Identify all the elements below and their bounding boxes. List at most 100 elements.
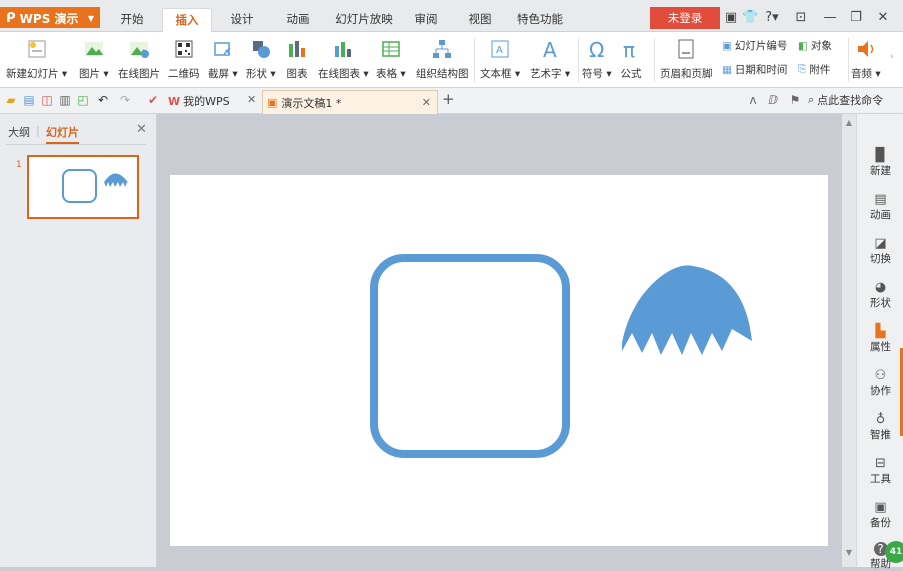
menu-tab-slideshow[interactable]: 幻灯片放映 <box>330 8 398 32</box>
task-shape[interactable]: ◕ 形状 <box>857 280 903 310</box>
notification-badge[interactable]: 41 <box>885 541 903 563</box>
new-doc-icon: ▉ <box>875 148 886 163</box>
print-preview-icon[interactable]: ◰ <box>76 93 90 107</box>
task-properties[interactable]: ▙ 属性 <box>857 324 903 354</box>
ribbon-scroll-right-icon[interactable]: › <box>890 52 894 62</box>
print-icon[interactable]: ▥ <box>58 93 72 107</box>
task-new[interactable]: ▉ 新建 <box>857 148 903 178</box>
pin-icon[interactable]: ᴧ <box>746 93 760 107</box>
open-folder-icon[interactable]: ▰ <box>4 93 18 107</box>
wordart-label: 艺术字 ▾ <box>530 68 571 80</box>
menu-tab-review[interactable]: 审阅 <box>406 8 446 32</box>
format-painter-icon[interactable]: ⚑ <box>788 93 802 107</box>
scroll-down-icon[interactable]: ▼ <box>844 548 854 558</box>
menu-tab-view[interactable]: 视图 <box>460 8 500 32</box>
menu-tab-special[interactable]: 特色功能 <box>510 8 570 32</box>
online-chart-button[interactable]: 在线图表 ▾ <box>318 36 369 81</box>
shape-button[interactable]: 形状 ▾ <box>246 36 276 81</box>
wordart-icon: A <box>543 38 557 60</box>
chart-icon <box>289 41 305 57</box>
scroll-up-icon[interactable]: ▲ <box>844 118 854 128</box>
online-chart-label: 在线图表 ▾ <box>318 68 369 80</box>
save-icon[interactable]: ▤ <box>22 93 36 107</box>
shape-label: 形状 ▾ <box>246 68 276 80</box>
close-tab-icon[interactable]: ✕ <box>247 93 256 106</box>
command-search[interactable]: ⌕ 点此查找命令 <box>808 92 883 108</box>
attachment-label: 附件 <box>809 64 831 76</box>
online-picture-button[interactable]: 在线图片 <box>118 36 160 81</box>
maximize-icon[interactable]: ❐ <box>848 7 864 29</box>
qrcode-button[interactable]: 二维码 <box>168 36 200 81</box>
minimize-icon[interactable]: — <box>822 7 838 29</box>
slide-thumbnail[interactable] <box>27 155 139 219</box>
svg-text:A: A <box>543 38 557 60</box>
vertical-scrollbar[interactable]: ▲ ▼ <box>842 114 856 567</box>
app-menu-button[interactable]: ᑭ WPS 演示 ▼ <box>0 7 100 28</box>
object-button[interactable]: ◧ 对象 <box>798 38 832 53</box>
task-pane-bar: ▉ 新建 ▤ 动画 ◪ 切换 ◕ 形状 ▙ 属性 ⚇ 协作 ♁ 智推 ⊟ 工具 … <box>856 114 903 570</box>
menu-tab-home[interactable]: 开始 <box>112 8 152 32</box>
task-backup-label: 备份 <box>870 517 891 529</box>
new-slide-button[interactable]: 新建幻灯片 ▾ <box>6 36 67 81</box>
document-tab[interactable]: ▣ 演示文稿1 * ✕ <box>262 90 438 114</box>
help-menu-icon[interactable]: ?▾ <box>762 7 782 29</box>
chart-button[interactable]: 图表 <box>286 36 308 81</box>
task-backup[interactable]: ▣ 备份 <box>857 500 903 530</box>
menu-bar: ᑭ WPS 演示 ▼ 开始 插入 设计 动画 幻灯片放映 审阅 视图 特色功能 … <box>0 0 903 32</box>
task-recommend[interactable]: ♁ 智推 <box>857 412 903 442</box>
task-tools[interactable]: ⊟ 工具 <box>857 456 903 486</box>
ribbon-divider <box>474 38 475 82</box>
speaker-icon <box>857 41 874 57</box>
shirt-icon[interactable]: 👕 <box>742 7 758 29</box>
skin-icon[interactable]: ▣ <box>724 7 738 29</box>
table-icon <box>382 41 400 57</box>
slide-number-button[interactable]: ▣ 幻灯片编号 <box>722 38 787 53</box>
jagged-dome-shape <box>622 265 752 355</box>
slide-number-label: 幻灯片编号 <box>734 40 788 52</box>
org-chart-button[interactable]: 组织结构图 <box>416 36 469 81</box>
presentation-file-icon: ▣ <box>267 96 278 109</box>
login-button[interactable]: 未登录 <box>650 7 720 29</box>
screenshot-icon <box>214 42 231 56</box>
online-chart-icon <box>335 42 352 57</box>
menu-tab-insert[interactable]: 插入 <box>162 8 212 32</box>
qrcode-icon <box>175 40 193 58</box>
menu-tab-animation[interactable]: 动画 <box>278 8 318 32</box>
task-collaborate[interactable]: ⚇ 协作 <box>857 368 903 398</box>
screenshot-button[interactable]: 截屏 ▾ <box>208 36 238 81</box>
formula-label: 公式 <box>620 68 642 80</box>
date-time-label: 日期和时间 <box>734 64 788 76</box>
close-document-icon[interactable]: ✕ <box>422 96 431 109</box>
table-button[interactable]: 表格 ▾ <box>376 36 406 81</box>
attachment-button[interactable]: ⎘ 附件 <box>798 62 830 77</box>
restore-ribbon-icon[interactable]: ⊡ <box>792 7 810 29</box>
menu-tab-design[interactable]: 设计 <box>222 8 262 32</box>
textbox-button[interactable]: A 文本框 ▾ <box>480 36 520 81</box>
audio-button[interactable]: 音频 ▾ <box>851 36 881 81</box>
stamp-icon[interactable]: ⅅ <box>766 93 780 107</box>
wps-logo-icon: ᑭ <box>6 11 16 26</box>
symbol-button[interactable]: Ω 符号 ▾ <box>582 36 612 81</box>
date-time-button[interactable]: ▦ 日期和时间 <box>722 62 787 77</box>
pdf-export-icon[interactable]: ◫ <box>40 93 54 107</box>
task-transition[interactable]: ◪ 切换 <box>857 236 903 266</box>
close-panel-icon[interactable]: ✕ <box>136 122 147 137</box>
undo-icon[interactable]: ↶ <box>96 93 110 107</box>
svg-text:A: A <box>496 45 503 56</box>
backup-icon: ▣ <box>874 500 887 515</box>
picture-button[interactable]: 图片 ▾ <box>79 36 109 81</box>
tab-outline[interactable]: 大纲 <box>8 124 30 140</box>
customize-quick-access-icon[interactable]: ✔ <box>146 93 160 107</box>
my-wps-tab[interactable]: W 我的WPS <box>168 93 230 109</box>
formula-button[interactable]: π 公式 <box>620 36 642 81</box>
task-animation[interactable]: ▤ 动画 <box>857 192 903 222</box>
header-footer-button[interactable]: 页眉和页脚 <box>660 36 713 81</box>
document-tab-bar: ▰ ▤ ◫ ▥ ◰ ↶ ↷ ✔ W 我的WPS ✕ ▣ 演示文稿1 * ✕ + … <box>0 88 903 114</box>
tab-slides[interactable]: 幻灯片 <box>46 124 79 144</box>
new-tab-icon[interactable]: + <box>442 90 455 108</box>
command-search-label: 点此查找命令 <box>817 94 884 107</box>
slide-canvas[interactable] <box>170 175 828 546</box>
wordart-button[interactable]: A 艺术字 ▾ <box>530 36 570 81</box>
close-icon[interactable]: ✕ <box>874 7 892 29</box>
redo-icon[interactable]: ↷ <box>118 93 132 107</box>
